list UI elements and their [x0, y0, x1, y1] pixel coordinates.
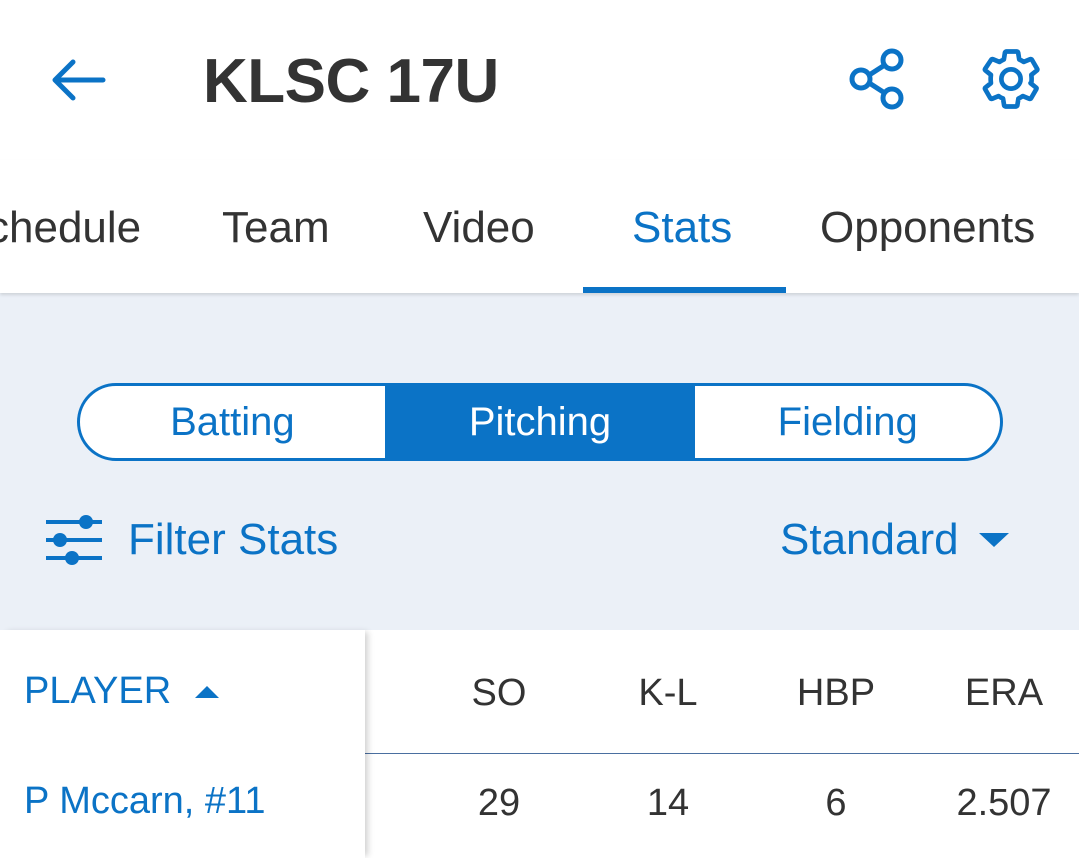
stat-view-dropdown[interactable]: Standard — [780, 508, 1009, 572]
segment-pitching[interactable]: Pitching — [384, 386, 693, 458]
share-button[interactable] — [842, 44, 912, 114]
gear-icon — [982, 49, 1040, 109]
player-name-link[interactable]: P Mccarn, #11 — [24, 780, 266, 823]
tab-team[interactable]: Team — [222, 202, 330, 254]
player-column-header[interactable]: PLAYER — [24, 670, 220, 713]
player-column: PLAYER P Mccarn, #11 — [0, 630, 365, 858]
stats-filter-panel: Batting Pitching Fielding Filter Stats S… — [0, 293, 1079, 630]
player-header-label: PLAYER — [24, 670, 172, 712]
app-header: KLSC 17U — [0, 0, 1079, 160]
column-header-so[interactable]: SO — [439, 672, 559, 715]
tab-bar: chedule Team Video Stats Opponents — [0, 160, 1079, 293]
tab-stats[interactable]: Stats — [632, 202, 732, 254]
tab-schedule[interactable]: chedule — [0, 202, 141, 254]
sliders-icon — [46, 515, 102, 565]
tab-opponents[interactable]: Opponents — [820, 202, 1035, 254]
stat-view-label: Standard — [780, 515, 959, 564]
share-icon — [849, 48, 904, 110]
cell-kl: 14 — [646, 782, 690, 824]
tab-video[interactable]: Video — [423, 202, 535, 254]
column-header-hbp[interactable]: HBP — [776, 672, 896, 715]
filter-stats-label: Filter Stats — [128, 515, 339, 564]
arrow-left-icon — [52, 59, 106, 101]
segment-batting[interactable]: Batting — [80, 386, 385, 458]
page-title: KLSC 17U — [203, 47, 499, 116]
settings-button[interactable] — [976, 44, 1046, 114]
cell-so: 29 — [477, 782, 521, 824]
cell-hbp: 6 — [825, 782, 847, 824]
column-header-era[interactable]: ERA — [944, 672, 1064, 715]
filter-stats-button[interactable]: Filter Stats — [44, 508, 338, 572]
active-tab-indicator — [583, 287, 786, 293]
segment-fielding[interactable]: Fielding — [692, 386, 1000, 458]
column-header-kl[interactable]: K-L — [608, 672, 728, 715]
back-button[interactable] — [44, 48, 114, 112]
stat-type-segmented-control: Batting Pitching Fielding — [77, 383, 1003, 461]
stats-table: PLAYER P Mccarn, #11 SO K-L HBP ERA 29 1… — [0, 630, 1079, 858]
cell-era: 2.507 — [956, 782, 1052, 824]
caret-down-icon — [978, 533, 1009, 547]
sort-ascending-icon — [195, 685, 220, 698]
